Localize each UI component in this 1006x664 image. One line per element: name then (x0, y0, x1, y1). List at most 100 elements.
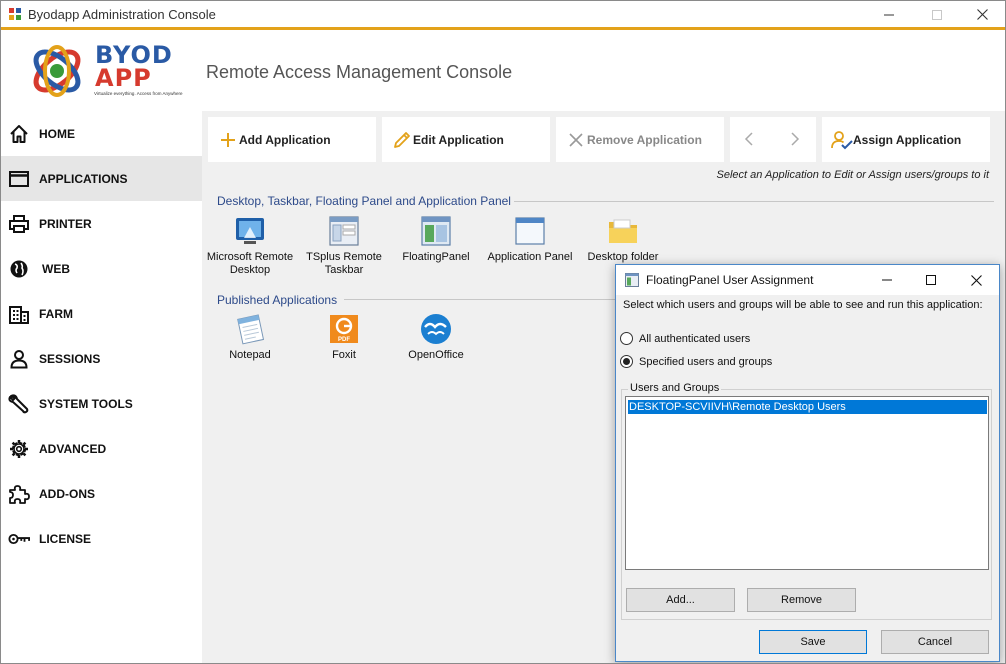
sidebar-item-label: ADD-ONS (39, 486, 95, 501)
logo-line2: APP (95, 64, 152, 92)
title-bar: Byodapp Administration Console (1, 1, 1005, 28)
maximize-icon (932, 9, 942, 20)
section-published-title: Published Applications (217, 293, 338, 307)
sidebar-item-label: WEB (42, 261, 70, 276)
header: BYOD APP Virtualize everything. Access f… (1, 30, 1005, 111)
sidebar-item-license[interactable]: LICENSE (1, 516, 202, 561)
taskbar-icon (326, 213, 362, 249)
close-icon (976, 9, 988, 20)
dialog-minimize-button[interactable] (864, 265, 910, 295)
application-panel-icon (512, 213, 548, 249)
sidebar-item-label: PRINTER (39, 216, 92, 231)
minimize-button[interactable] (866, 1, 912, 28)
sidebar-item-label: ADVANCED (39, 441, 107, 456)
globe-icon (8, 258, 30, 280)
plus-icon (217, 129, 239, 151)
window-title: Byodapp Administration Console (28, 7, 216, 22)
app-label: FloatingPanel (402, 251, 470, 263)
pencil-icon (391, 129, 413, 151)
save-button[interactable]: Save (759, 630, 867, 654)
close-icon (970, 274, 982, 286)
sidebar-item-farm[interactable]: FARM (1, 291, 202, 336)
navigation-buttons (730, 117, 816, 162)
radio-all-authenticated[interactable]: All authenticated users (620, 332, 750, 345)
remove-application-button[interactable]: Remove Application (556, 117, 724, 162)
minimize-icon (884, 14, 894, 15)
home-icon (8, 123, 30, 145)
building-icon (8, 303, 30, 325)
assign-application-label: Assign Application (853, 132, 962, 147)
sidebar-item-advanced[interactable]: ADVANCED (1, 426, 202, 471)
foxit-icon: PDF (326, 311, 362, 347)
assign-application-button[interactable]: Assign Application (822, 117, 990, 162)
dialog-close-button[interactable] (953, 265, 999, 295)
dialog-description: Select which users and groups will be ab… (623, 299, 983, 311)
app-icon (9, 8, 21, 20)
app-tsplus-remote-taskbar[interactable]: TSplus Remote Taskbar (294, 213, 394, 277)
sidebar-item-web[interactable]: WEB (1, 246, 202, 291)
printer-icon (8, 213, 30, 235)
logo-mark-icon (33, 45, 81, 97)
openoffice-icon (418, 311, 454, 347)
app-floatingpanel[interactable]: FloatingPanel (386, 213, 486, 264)
dialog-maximize-button[interactable] (908, 265, 954, 295)
sidebar-item-sessions[interactable]: SESSIONS (1, 336, 202, 381)
app-label: Foxit (332, 349, 356, 361)
user-assign-icon (831, 129, 853, 151)
list-item[interactable]: DESKTOP-SCVIIVH\Remote Desktop Users (628, 400, 987, 414)
folder-icon (605, 213, 641, 249)
chevron-right-icon[interactable] (788, 131, 802, 150)
radio-circle[interactable] (620, 355, 633, 368)
close-button[interactable] (959, 1, 1005, 28)
sidebar-item-applications[interactable]: APPLICATIONS (1, 156, 202, 201)
chevron-left-icon[interactable] (742, 131, 756, 150)
remove-application-label: Remove Application (587, 132, 702, 147)
radio-specified-users[interactable]: Specified users and groups (620, 355, 772, 368)
wrench-icon (8, 393, 30, 415)
cancel-button[interactable]: Cancel (881, 630, 989, 654)
window-icon (8, 168, 30, 190)
add-application-label: Add Application (239, 132, 331, 147)
toolbar-hint: Select an Application to Edit or Assign … (716, 169, 990, 181)
dialog-title: FloatingPanel User Assignment (646, 273, 814, 287)
svg-text:PDF: PDF (338, 337, 350, 343)
app-foxit[interactable]: PDF Foxit (294, 311, 394, 362)
sidebar-item-label: SESSIONS (39, 351, 101, 366)
app-desktop-folder[interactable]: Desktop folder (573, 213, 673, 264)
radio-label: All authenticated users (639, 332, 751, 345)
sidebar-item-home[interactable]: HOME (1, 111, 202, 156)
add-application-button[interactable]: Add Application (208, 117, 376, 162)
section-divider (514, 201, 994, 202)
app-openoffice[interactable]: OpenOffice (386, 311, 486, 362)
add-user-button[interactable]: Add... (626, 588, 735, 612)
logo-tagline: Virtualize everything. Access from Anywh… (94, 91, 183, 96)
app-application-panel[interactable]: Application Panel (480, 213, 580, 264)
users-groups-label: Users and Groups (628, 382, 722, 394)
minimize-icon (882, 279, 892, 281)
edit-application-button[interactable]: Edit Application (382, 117, 550, 162)
app-label: OpenOffice (408, 349, 464, 361)
app-label: TSplus Remote Taskbar (306, 251, 382, 276)
section-desktop-title: Desktop, Taskbar, Floating Panel and App… (217, 194, 511, 208)
x-icon (565, 129, 587, 151)
app-microsoft-remote-desktop[interactable]: Microsoft Remote Desktop (200, 213, 300, 277)
users-groups-list[interactable]: DESKTOP-SCVIIVH\Remote Desktop Users (625, 396, 989, 570)
puzzle-icon (8, 483, 30, 505)
maximize-icon (926, 275, 936, 285)
sidebar-item-label: FARM (39, 306, 73, 321)
notepad-icon (232, 311, 268, 347)
edit-application-label: Edit Application (413, 132, 504, 147)
remove-user-button[interactable]: Remove (747, 588, 856, 612)
maximize-button[interactable] (914, 1, 960, 28)
radio-circle[interactable] (620, 332, 633, 345)
remote-desktop-icon (232, 213, 268, 249)
sidebar-item-label: SYSTEM TOOLS (39, 396, 133, 411)
logo-text: BYOD APP (95, 43, 173, 92)
dialog-title-bar: FloatingPanel User Assignment (616, 265, 999, 295)
app-label: Microsoft Remote Desktop (206, 251, 294, 276)
app-notepad[interactable]: Notepad (200, 311, 300, 362)
sidebar-item-add-ons[interactable]: ADD-ONS (1, 471, 202, 516)
sidebar-item-system-tools[interactable]: SYSTEM TOOLS (1, 381, 202, 426)
radio-selected-dot (623, 358, 630, 365)
sidebar-item-printer[interactable]: PRINTER (1, 201, 202, 246)
